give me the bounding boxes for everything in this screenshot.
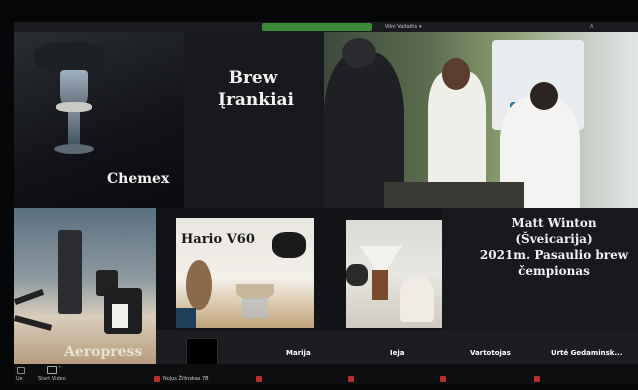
caption-line4: čempionas xyxy=(518,264,590,278)
stirrer-shape xyxy=(14,289,45,305)
video-tile-speaker[interactable] xyxy=(324,32,638,208)
participant-name[interactable]: Marija xyxy=(286,349,311,357)
kettle-shape xyxy=(346,264,368,286)
funnel-shape xyxy=(14,315,53,331)
matt-winton-caption: Matt Winton (Šveicarija) 2021m. Pasaulio… xyxy=(474,215,634,279)
start-video-button[interactable]: Start Video xyxy=(38,376,66,382)
speaker-view-label: Vilni Vaitaitis xyxy=(385,24,418,30)
coffee-stream-shape xyxy=(372,270,388,300)
monitor-bezel-top xyxy=(0,0,638,22)
speaker-view-button[interactable]: Vilni Vaitaitis ▾ xyxy=(385,22,422,32)
monitor-bezel-bottom xyxy=(0,384,638,390)
brew-title-line1: Brew xyxy=(228,68,278,88)
server-shape xyxy=(242,298,268,318)
glass-shape xyxy=(400,276,434,322)
microphone-icon[interactable] xyxy=(17,367,25,374)
brew-title-line2: Įrankiai xyxy=(218,90,294,110)
chevron-down-icon: ▾ xyxy=(419,24,422,30)
chevron-up-icon[interactable]: ^ xyxy=(58,366,62,372)
presenter-head-shape xyxy=(442,58,470,90)
muted-mic-icon xyxy=(440,376,446,382)
caption-line1: Matt Winton xyxy=(511,216,597,230)
hands-shape xyxy=(34,42,104,72)
aeropress-body-shape xyxy=(58,230,82,314)
video-tile-aeropress[interactable] xyxy=(14,208,156,364)
video-tile-pourover[interactable] xyxy=(346,220,442,328)
chemex-base-shape xyxy=(54,144,94,154)
meeting-toolbar xyxy=(14,364,638,384)
kettle-shape xyxy=(272,232,306,258)
active-speaker-indicator xyxy=(262,23,372,31)
brew-tools-title: Brew Įrankiai xyxy=(218,67,294,111)
participant-label: Nojus Žilinskas 7B xyxy=(163,376,209,382)
chemex-label: Chemex xyxy=(107,171,170,187)
presenter-shape xyxy=(428,72,486,192)
muted-mic-icon xyxy=(154,376,160,382)
zoom-meeting-screen: Vilni Vaitaitis ▾ A Chemex Brew Įrankiai… xyxy=(0,0,638,390)
muted-mic-icon xyxy=(256,376,262,382)
aeropress-label: Aeropress xyxy=(64,344,143,360)
person-left-head-shape xyxy=(342,38,376,68)
audio-button[interactable]: Ue xyxy=(16,376,23,382)
fullscreen-toggle[interactable]: A xyxy=(590,24,593,30)
video-camera-icon[interactable] xyxy=(47,366,57,374)
participant-name[interactable]: Ieja xyxy=(390,349,404,357)
monitor-bezel-left xyxy=(0,0,14,390)
caption-line2: (Šveicarija) xyxy=(515,232,593,246)
wood-board-shape xyxy=(186,260,212,310)
video-tile-brew-tools[interactable] xyxy=(184,32,324,208)
muted-mic-icon xyxy=(534,376,540,382)
chemex-neck-shape xyxy=(68,112,80,146)
participant-strip xyxy=(156,330,638,364)
muted-mic-icon xyxy=(348,376,354,382)
person-right-head-shape xyxy=(530,82,558,110)
tin-shape xyxy=(176,308,196,328)
participant-name[interactable]: Vartotojas xyxy=(470,349,511,357)
hario-label: Hario V60 xyxy=(181,232,255,247)
chemex-collar-shape xyxy=(56,102,92,112)
participant-video-off-tile[interactable] xyxy=(186,338,218,366)
participant-name[interactable]: Urtė Gedaminsk... xyxy=(551,349,622,357)
filter-box-shape xyxy=(112,304,128,328)
counter-shape xyxy=(384,182,524,208)
caption-line3: 2021m. Pasaulio brew xyxy=(479,248,629,262)
